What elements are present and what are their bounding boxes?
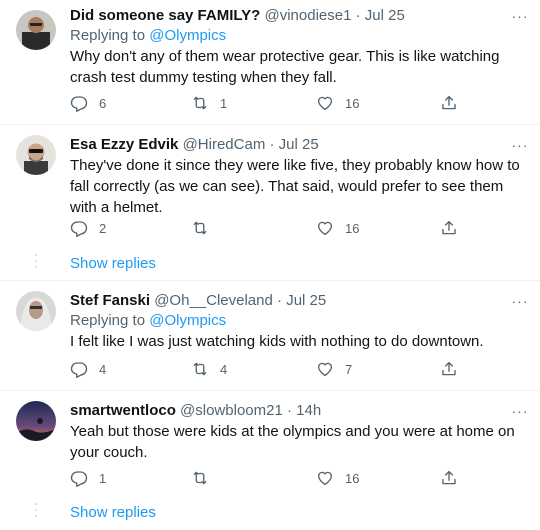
display-name[interactable]: smartwentloco bbox=[70, 402, 176, 419]
avatar[interactable] bbox=[16, 135, 56, 175]
tweet-header: smartwentloco @slowbloom21 · 14h bbox=[70, 401, 321, 421]
tweet[interactable]: Did someone say FAMILY? @vinodiese1 · Ju… bbox=[0, 0, 540, 125]
show-replies-link[interactable]: Show replies bbox=[70, 254, 156, 274]
tweet-actions: 4 4 7 bbox=[70, 359, 470, 379]
tweet[interactable]: Stef Fanski @Oh__Cleveland · Jul 25 ··· … bbox=[0, 281, 540, 391]
timestamp[interactable]: Jul 25 bbox=[286, 292, 326, 309]
heart-icon bbox=[316, 219, 334, 237]
tweet-header: Stef Fanski @Oh__Cleveland · Jul 25 bbox=[70, 291, 326, 311]
share-button[interactable] bbox=[440, 218, 458, 238]
like-count: 16 bbox=[345, 95, 360, 111]
retweet-icon bbox=[191, 94, 209, 112]
like-button[interactable]: 16 bbox=[316, 468, 359, 488]
reply-icon bbox=[70, 94, 88, 112]
replying-prefix: Replying to bbox=[70, 312, 150, 329]
separator-dot: · bbox=[286, 402, 292, 419]
reply-icon bbox=[70, 360, 88, 378]
share-icon bbox=[440, 219, 458, 237]
reply-button[interactable]: 1 bbox=[70, 468, 106, 488]
retweet-button[interactable] bbox=[191, 468, 220, 488]
reply-button[interactable]: 6 bbox=[70, 93, 106, 113]
reply-button[interactable]: 2 bbox=[70, 218, 106, 238]
like-button[interactable]: 7 bbox=[316, 359, 352, 379]
share-button[interactable] bbox=[440, 468, 458, 488]
reply-count: 6 bbox=[99, 95, 107, 111]
retweet-count: 1 bbox=[220, 95, 228, 111]
like-button[interactable]: 16 bbox=[316, 218, 359, 238]
replying-prefix: Replying to bbox=[70, 27, 150, 44]
tweet-text: They've done it since they were like fiv… bbox=[70, 157, 520, 216]
reply-count: 2 bbox=[99, 220, 107, 236]
user-handle[interactable]: @vinodiese1 bbox=[265, 7, 352, 24]
tweet-actions: 6 1 16 bbox=[70, 93, 470, 113]
reply-button[interactable]: 4 bbox=[70, 359, 106, 379]
separator-dot: · bbox=[269, 136, 275, 153]
separator-dot: · bbox=[355, 7, 361, 24]
thread-dots bbox=[35, 254, 37, 272]
timestamp[interactable]: Jul 25 bbox=[365, 7, 405, 24]
more-icon[interactable]: ··· bbox=[510, 403, 530, 419]
thread-dots bbox=[35, 503, 37, 521]
reply-icon bbox=[70, 219, 88, 237]
tweet-header: Esa Ezzy Edvik @HiredCam · Jul 25 bbox=[70, 135, 319, 155]
share-icon bbox=[440, 94, 458, 112]
share-button[interactable] bbox=[440, 93, 458, 113]
user-handle[interactable]: @slowbloom21 bbox=[180, 402, 283, 419]
separator-dot: · bbox=[277, 292, 283, 309]
display-name[interactable]: Esa Ezzy Edvik bbox=[70, 136, 178, 153]
show-replies-link[interactable]: Show replies bbox=[70, 503, 156, 523]
heart-icon bbox=[316, 94, 334, 112]
user-handle[interactable]: @Oh__Cleveland bbox=[154, 292, 273, 309]
display-name[interactable]: Stef Fanski bbox=[70, 292, 150, 309]
avatar[interactable] bbox=[16, 401, 56, 441]
tweet[interactable]: Esa Ezzy Edvik @HiredCam · Jul 25 ··· Th… bbox=[0, 125, 540, 245]
reply-count: 4 bbox=[99, 361, 107, 377]
tweet-actions: 1 16 bbox=[70, 468, 470, 488]
replying-to: Replying to @Olympics bbox=[70, 26, 226, 46]
timestamp[interactable]: Jul 25 bbox=[279, 136, 319, 153]
avatar[interactable] bbox=[16, 291, 56, 331]
share-icon bbox=[440, 469, 458, 487]
replying-to-link[interactable]: @Olympics bbox=[149, 312, 226, 329]
retweet-button[interactable] bbox=[191, 218, 220, 238]
share-icon bbox=[440, 360, 458, 378]
retweet-icon bbox=[191, 469, 209, 487]
more-icon[interactable]: ··· bbox=[510, 293, 530, 309]
reply-icon bbox=[70, 469, 88, 487]
avatar[interactable] bbox=[16, 10, 56, 50]
tweet-text: I felt like I was just watching kids wit… bbox=[70, 333, 484, 350]
more-icon[interactable]: ··· bbox=[510, 8, 530, 24]
tweet-actions: 2 16 bbox=[70, 218, 470, 238]
heart-icon bbox=[316, 469, 334, 487]
share-button[interactable] bbox=[440, 359, 458, 379]
retweet-icon bbox=[191, 219, 209, 237]
heart-icon bbox=[316, 360, 334, 378]
like-count: 16 bbox=[345, 220, 360, 236]
reply-count: 1 bbox=[99, 470, 107, 486]
retweet-button[interactable]: 1 bbox=[191, 93, 227, 113]
like-button[interactable]: 16 bbox=[316, 93, 359, 113]
retweet-icon bbox=[191, 360, 209, 378]
replying-to-link[interactable]: @Olympics bbox=[149, 27, 226, 44]
like-count: 7 bbox=[345, 361, 353, 377]
tweet[interactable]: smartwentloco @slowbloom21 · 14h ··· Yea… bbox=[0, 391, 540, 494]
tweet-text: Yeah but those were kids at the olympics… bbox=[70, 423, 515, 461]
more-icon[interactable]: ··· bbox=[510, 137, 530, 153]
tweet-text: Why don't any of them wear protective ge… bbox=[70, 48, 500, 86]
retweet-count: 4 bbox=[220, 361, 228, 377]
replying-to: Replying to @Olympics bbox=[70, 311, 226, 331]
timestamp[interactable]: 14h bbox=[296, 402, 321, 419]
user-handle[interactable]: @HiredCam bbox=[183, 136, 266, 153]
tweet-header: Did someone say FAMILY? @vinodiese1 · Ju… bbox=[70, 6, 405, 26]
like-count: 16 bbox=[345, 470, 360, 486]
retweet-button[interactable]: 4 bbox=[191, 359, 227, 379]
display-name[interactable]: Did someone say FAMILY? bbox=[70, 7, 260, 24]
